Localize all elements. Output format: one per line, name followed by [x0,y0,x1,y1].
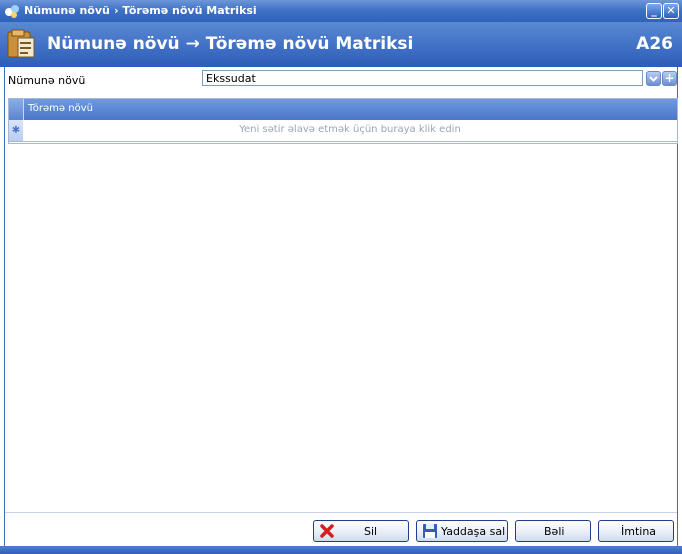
footer-separator [5,512,677,513]
window-subtitle: › Törəmə növü Matriksi [114,4,257,17]
cancel-button-label: İmtina [621,525,657,538]
grid-header: Törəmə növü [9,99,677,120]
sample-type-add-button[interactable]: + [662,71,677,86]
chevron-down-icon [649,76,658,82]
ok-button[interactable]: Bəli [515,520,591,542]
minimize-button[interactable]: _ [646,3,662,19]
minimize-icon: _ [651,4,657,17]
grid-new-row[interactable]: ✱ Yeni sətir əlavə etmək üçün buraya kli… [9,120,677,142]
plus-icon: + [664,71,675,85]
window-bottom-border [0,546,682,554]
save-button[interactable]: Yaddaşa sal [416,520,508,542]
close-icon: ✕ [666,4,676,17]
delete-icon [319,523,335,539]
form-title: Nümunə növü → Törəmə növü Matriksi [47,34,414,54]
form-banner: Nümunə növü → Törəmə növü Matriksi A26 [0,22,682,67]
app-icon [4,3,20,19]
folder-document-icon [6,28,38,60]
derivative-type-grid[interactable]: Törəmə növü ✱ Yeni sətir əlavə etmək üçü… [8,98,678,144]
save-icon [422,523,438,539]
close-button[interactable]: ✕ [663,3,679,19]
window-title-bar[interactable]: Nümunə növü › Törəmə növü Matriksi _ ✕ [0,0,682,22]
sample-type-label: Nümunə növü [8,74,86,87]
delete-button[interactable]: Sil [313,520,409,542]
delete-button-label: Sil [364,525,378,538]
column-header-derivative-type[interactable]: Törəmə növü [28,103,93,114]
frame-left-border [4,67,5,548]
sample-type-combobox[interactable]: Ekssudat [202,70,643,86]
window-title: Nümunə növü [24,4,110,17]
sample-type-value: Ekssudat [206,72,256,85]
new-row-marker-icon: ✱ [9,120,23,141]
form-code: A26 [636,34,673,54]
ok-button-label: Bəli [544,525,565,538]
sample-type-dropdown-button[interactable] [646,71,661,86]
new-row-hint: Yeni sətir əlavə etmək üçün buraya klik … [239,124,461,135]
grid-row-selector-header [9,99,24,120]
cancel-button[interactable]: İmtina [598,520,674,542]
save-button-label: Yaddaşa sal [441,525,506,538]
